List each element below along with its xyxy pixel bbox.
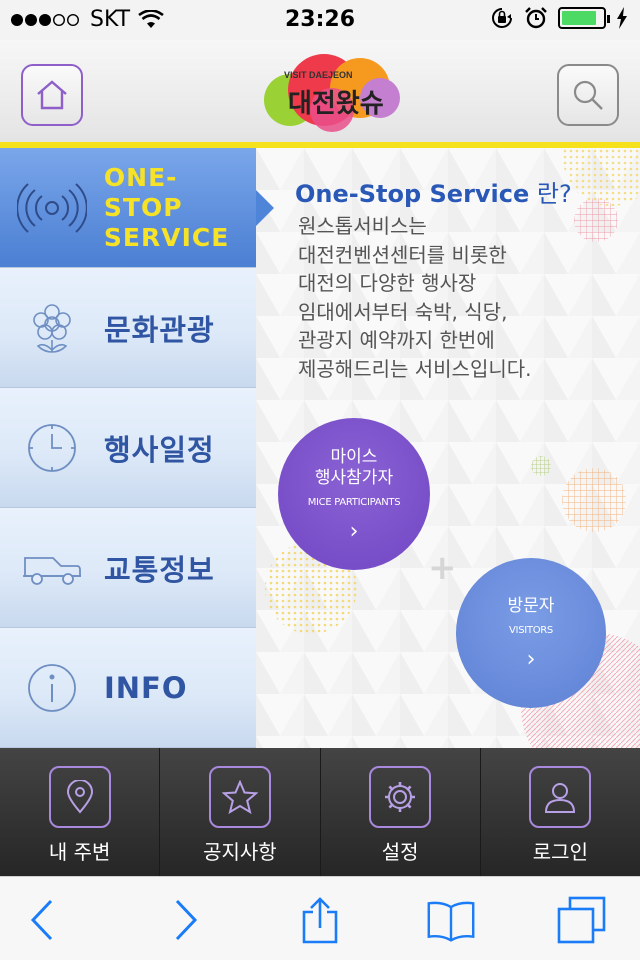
car-icon (23, 556, 81, 585)
tab-label: 내 주변 (48, 840, 111, 864)
logo-small-text: VISIT DAEJEON (284, 70, 353, 80)
home-button[interactable] (21, 64, 83, 126)
broadcast-icon (16, 182, 87, 233)
logo-main-text: 대전왔슈 (288, 89, 384, 119)
panel-title-suffix: 란? (529, 180, 572, 208)
flower-icon (33, 303, 71, 353)
tab-settings[interactable]: 설정 (321, 748, 481, 876)
alarm-icon (525, 7, 547, 29)
panel-title: One-Stop Service 란? (295, 174, 572, 209)
charging-bolt-icon (617, 7, 627, 29)
sidebar-item-traffic-info[interactable]: 교통정보 (0, 508, 256, 628)
sidebar-item-label: 문화관광 (104, 312, 215, 347)
mice-label-line-2: 행사참가자 (314, 467, 394, 488)
star-icon (221, 780, 258, 814)
share-button[interactable] (295, 895, 345, 945)
one-stop-service-panel: One-Stop Service 란? 원스톱서비스는 대전컨벤션센터를 비롯한… (256, 148, 640, 748)
mice-label-line-1: 마이스 (330, 446, 378, 467)
tabs-icon (557, 896, 606, 944)
share-icon (302, 897, 338, 944)
back-icon (30, 899, 53, 941)
info-icon (28, 663, 76, 712)
sidebar-menu: ONE-STOP SERVICE 문화관광 행사일정 교통정보 INFO (0, 148, 274, 748)
battery-fill (562, 11, 596, 25)
sidebar-item-label: 행사일정 (104, 432, 215, 467)
battery-indicator (558, 7, 610, 29)
tab-label: 공지사항 (203, 840, 277, 864)
description-line: 제공해드리는 서비스입니다. (298, 356, 532, 381)
tab-login[interactable]: 로그인 (481, 748, 640, 876)
search-icon (573, 80, 603, 110)
label-line-1: ONE-STOP (103, 162, 183, 222)
chevron-right-icon: › (526, 647, 536, 672)
description-line: 임대에서부터 숙박, 식당, (298, 299, 508, 324)
mice-label-en: MICE PARTICIPANTS (307, 496, 401, 508)
bookmarks-icon (427, 901, 475, 942)
sidebar-item-event-schedule[interactable]: 행사일정 (0, 388, 256, 508)
chevron-right-icon: › (349, 518, 359, 544)
tab-label: 설정 (381, 840, 419, 864)
rotation-lock-icon (492, 8, 512, 28)
back-button[interactable] (18, 895, 68, 945)
label-line-2: SERVICE (103, 222, 230, 252)
description-line: 관광지 예약까지 한번에 (298, 328, 495, 352)
tabs-button[interactable] (556, 895, 606, 945)
forward-icon (175, 899, 198, 941)
bookmarks-button[interactable] (426, 895, 476, 945)
app-header: VISIT DAEJEON 대전왔슈 (0, 40, 640, 148)
sidebar-item-label: ONE-STOP SERVICE (104, 163, 256, 253)
visit-daejeon-logo[interactable]: VISIT DAEJEON 대전왔슈 (262, 50, 402, 140)
tab-notices[interactable]: 공지사항 (160, 748, 321, 876)
bottom-tab-bar: 내 주변 공지사항 설정 로그인 (0, 748, 640, 876)
panel-title-text: One-Stop Service (295, 180, 530, 208)
clock-icon (28, 423, 76, 472)
mice-participants-button[interactable]: 마이스 행사참가자 MICE PARTICIPANTS › (278, 418, 430, 570)
visitors-label: 방문자 (507, 596, 555, 616)
tab-label: 로그인 (532, 840, 588, 864)
service-description: 원스톱서비스는 대전컨벤션센터를 비롯한 대전의 다양한 행사장 임대에서부터 … (298, 212, 618, 383)
sidebar-item-culture-tourism[interactable]: 문화관광 (0, 268, 256, 388)
status-bar: SKT 23:26 (0, 0, 640, 40)
plus-icon: + (428, 548, 457, 588)
active-pointer-arrow (256, 190, 274, 226)
description-line: 대전의 다양한 행사장 (298, 271, 477, 295)
description-line: 원스톱서비스는 (298, 214, 427, 238)
home-icon (37, 80, 67, 110)
search-button[interactable] (557, 64, 619, 126)
forward-button[interactable] (160, 895, 210, 945)
visitors-label-en: VISITORS (509, 625, 553, 636)
description-line: 대전컨벤션센터를 비롯한 (298, 242, 507, 267)
gear-icon (385, 782, 416, 812)
tab-nearby[interactable]: 내 주변 (0, 748, 161, 876)
sidebar-item-label: INFO (104, 670, 188, 705)
browser-toolbar (0, 876, 640, 960)
location-pin-icon (66, 780, 93, 814)
sidebar-item-one-stop-service[interactable]: ONE-STOP SERVICE (0, 148, 274, 268)
sidebar-item-info[interactable]: INFO (0, 628, 256, 748)
sidebar-item-label: 교통정보 (104, 552, 215, 587)
user-icon (545, 783, 576, 813)
visitors-button[interactable]: 방문자 VISITORS › (456, 558, 606, 708)
